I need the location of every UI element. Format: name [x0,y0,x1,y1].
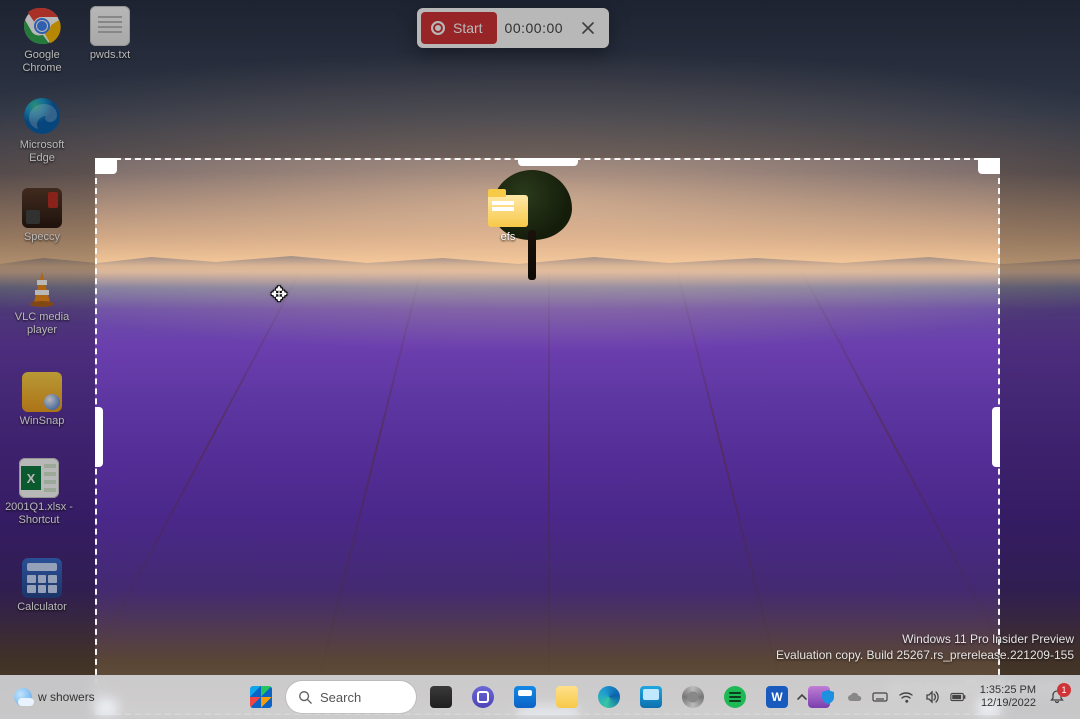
tray-notifications-button[interactable]: 1 [1046,686,1068,708]
tray-security-icon[interactable] [820,689,836,705]
winsnap-icon [22,372,62,412]
taskbar-search[interactable]: Search [286,681,416,713]
taskbar-center: Search W [244,680,836,714]
folder-icon [488,195,528,227]
desktop-icon-edge[interactable]: Microsoft Edge [6,96,78,165]
textfile-icon [90,6,130,46]
shield-icon [820,689,836,705]
store-button[interactable] [508,680,542,714]
windows-logo-icon [250,686,272,708]
weather-label: w showers [38,690,95,704]
gear-icon [682,686,704,708]
close-icon [581,21,595,35]
desktop-icon-xlsx-shortcut[interactable]: X 2001Q1.xlsx - Shortcut [0,458,78,527]
tray-date: 12/19/2022 [981,697,1036,710]
desktop-icon-label: efs [485,231,531,243]
desktop-icon-label: Calculator [17,601,67,614]
capture-handle-topright[interactable] [978,158,1000,174]
speccy-icon [22,188,62,228]
wifi-icon [898,689,914,705]
desktop-icon-label: Google Chrome [6,49,78,75]
sysinfo-line: Evaluation copy. Build 25267.rs_prerelea… [776,647,1074,663]
move-cursor-icon: ✥ [268,283,290,305]
desktop-icon-pwds[interactable]: pwds.txt [74,6,146,62]
desktop-icon-calculator[interactable]: Calculator [6,558,78,614]
chevron-up-icon [796,691,808,703]
search-placeholder: Search [320,690,361,705]
file-explorer-button[interactable] [550,680,584,714]
spotify-icon [724,686,746,708]
tray-time: 1:35:25 PM [980,684,1036,697]
notification-badge: 1 [1057,683,1071,697]
edge-icon [598,686,620,708]
sysinfo-line: Windows 11 Pro Insider Preview [776,631,1074,647]
desktop-icon-label: WinSnap [20,415,65,428]
speaker-icon [924,689,940,705]
edge-button[interactable] [592,680,626,714]
desktop-icon-label: 2001Q1.xlsx - Shortcut [0,501,78,527]
desktop-icon-label: Microsoft Edge [6,139,78,165]
desktop-icon-label: Speccy [24,231,60,244]
recorder-toolbar[interactable]: Start 00:00:00 [417,8,609,48]
taskbar[interactable]: w showers Search W [0,675,1080,719]
calculator-icon [22,558,62,598]
folder-icon [556,686,578,708]
recorder-timer: 00:00:00 [497,20,571,36]
tray-wifi-icon[interactable] [898,689,914,705]
record-start-label: Start [453,20,483,36]
tray-overflow-button[interactable] [794,689,810,705]
chat-icon [472,686,494,708]
desktop[interactable]: Google Chrome pwds.txt Microsoft Edge Sp… [0,0,1080,719]
record-start-button[interactable]: Start [421,12,497,44]
tray-touch-keyboard-icon[interactable] [872,689,888,705]
settings-button[interactable] [676,680,710,714]
tray-clock[interactable]: 1:35:25 PM 12/19/2022 [980,684,1036,710]
desktop-icon-winsnap[interactable]: WinSnap [6,372,78,428]
taskbar-weather-widget[interactable]: w showers [6,675,103,719]
chrome-icon [22,6,62,46]
desktop-icon-vlc[interactable]: VLC media player [6,268,78,337]
vlc-icon [22,268,62,308]
tray-volume-icon[interactable] [924,689,940,705]
excel-icon: X [19,458,59,498]
spotify-button[interactable] [718,680,752,714]
record-icon [431,21,445,35]
word-icon: W [766,686,788,708]
desktop-icon-speccy[interactable]: Speccy [6,188,78,244]
edge-icon [22,96,62,136]
terminal-button[interactable] [634,680,668,714]
desktop-icon-chrome[interactable]: Google Chrome [6,6,78,75]
search-icon [298,690,312,704]
capture-handle-right[interactable] [992,407,1000,467]
store-icon [514,686,536,708]
start-button[interactable] [244,680,278,714]
desktop-icon-label: pwds.txt [90,49,130,62]
windows-build-watermark: Windows 11 Pro Insider Preview Evaluatio… [776,631,1074,663]
desktop-icon-efs-folder[interactable]: efs [485,195,531,243]
keyboard-icon [872,689,888,705]
tray-onedrive-icon[interactable] [846,689,862,705]
system-tray[interactable]: 1:35:25 PM 12/19/2022 1 [788,675,1074,719]
capture-handle-left[interactable] [95,407,103,467]
taskview-button[interactable] [424,680,458,714]
battery-icon [950,691,966,703]
chat-button[interactable] [466,680,500,714]
capture-handle-top[interactable] [518,158,578,166]
desktop-icon-label: VLC media player [6,311,78,337]
recorder-close-button[interactable] [571,12,605,44]
terminal-icon [640,686,662,708]
capture-handle-topleft[interactable] [95,158,117,174]
cloud-icon [846,689,862,705]
taskview-icon [430,686,452,708]
tray-battery-icon[interactable] [950,689,966,705]
weather-icon [14,688,32,706]
